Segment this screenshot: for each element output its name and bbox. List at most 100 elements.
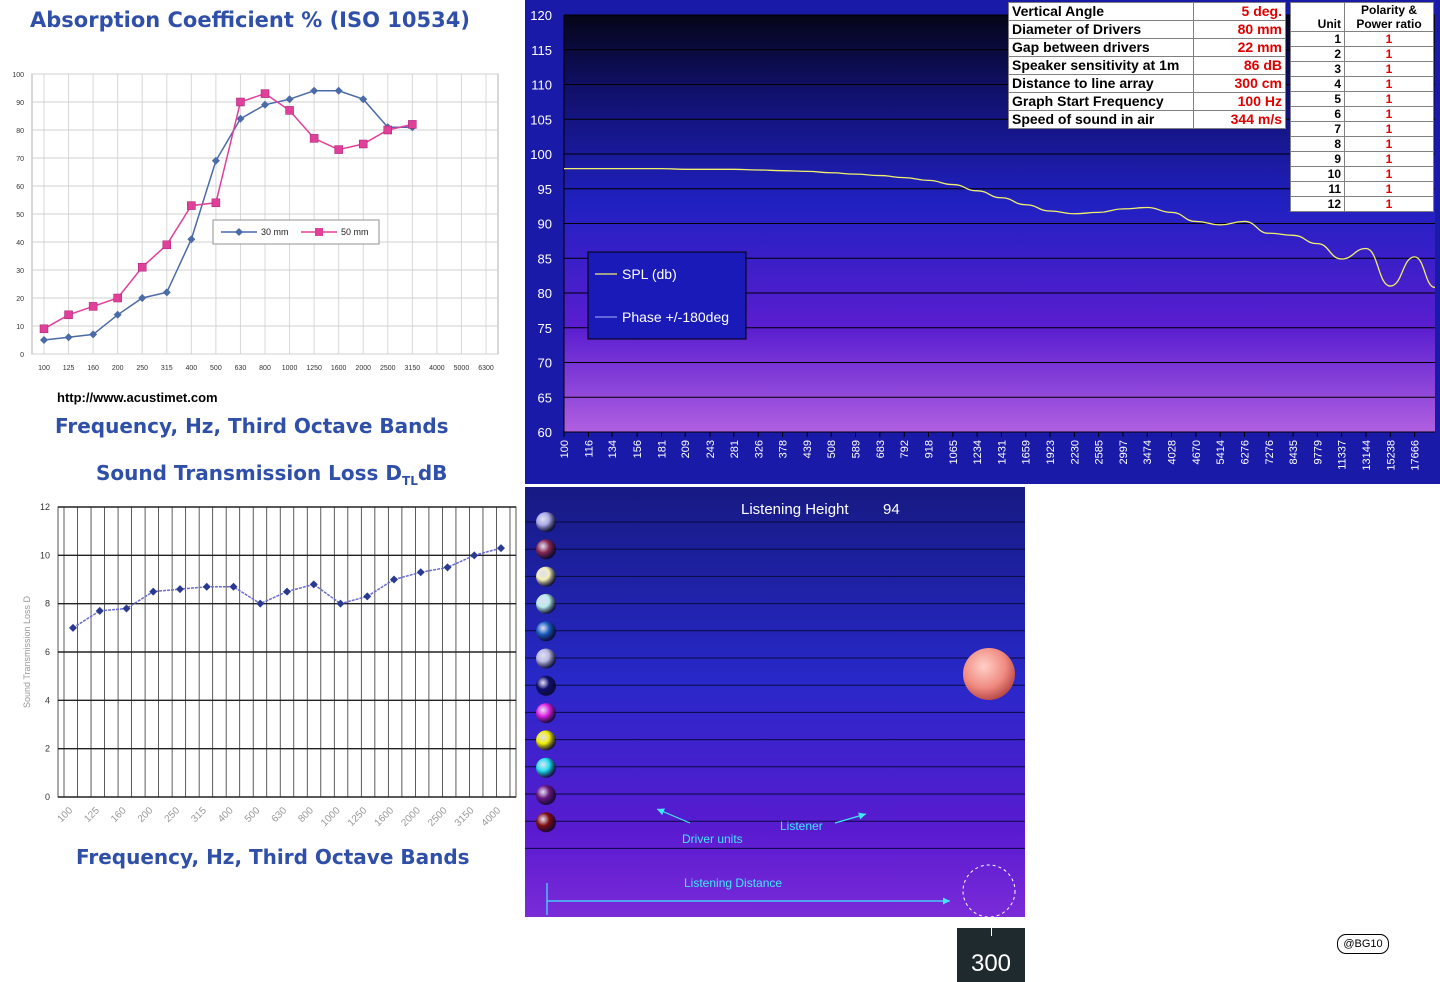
unit-power-ratio[interactable]: 1: [1344, 46, 1434, 62]
y-tick-label: 70: [538, 356, 552, 371]
series-point-50mm: [260, 89, 270, 98]
x-tick-label: 8435: [1288, 440, 1300, 464]
unit-row: 71: [1290, 121, 1434, 137]
legend-label: 30 mm: [261, 227, 289, 237]
x-tick-label: 200: [136, 805, 156, 825]
x-tick-label: 2500: [380, 365, 396, 372]
y-tick-label: 30: [16, 268, 24, 275]
transmission-title-unit: dB: [417, 461, 448, 485]
listening-height-label: Listening Height: [741, 501, 849, 518]
series-point-50mm: [88, 302, 98, 311]
y-tick-label: 95: [538, 182, 552, 197]
unit-row: 21: [1290, 46, 1434, 62]
x-tick-label: 181: [657, 440, 669, 458]
x-tick-label: 125: [63, 365, 75, 372]
parameter-row: Graph Start Frequency 100 Hz: [1008, 92, 1286, 111]
unit-power-ratio[interactable]: 1: [1344, 196, 1434, 212]
x-tick-label: 326: [753, 440, 765, 458]
series-point-50mm: [383, 125, 393, 135]
x-tick-label: 630: [235, 365, 247, 372]
listening-diagram: [525, 512, 1025, 918]
x-tick-label: 508: [826, 440, 838, 458]
unit-power-ratio[interactable]: 1: [1344, 31, 1434, 47]
driver-unit-7: [536, 675, 556, 696]
unit-power-ratio[interactable]: 1: [1344, 151, 1434, 167]
parameter-value[interactable]: 5 deg.: [1193, 2, 1286, 21]
listener-label: Listener: [780, 819, 823, 833]
unit-row: 12 1: [1290, 196, 1434, 212]
x-tick-label: 683: [875, 440, 887, 458]
x-tick-label: 17666: [1410, 440, 1422, 471]
y-tick-label: 120: [530, 8, 552, 23]
unit-power-ratio[interactable]: 1: [1344, 136, 1434, 152]
unit-power-ratio[interactable]: 1: [1344, 76, 1434, 92]
x-tick-label: 500: [243, 805, 263, 825]
y-tick-label: 105: [530, 112, 552, 127]
x-tick-label: 200: [112, 365, 124, 372]
unit-row: 11 1: [1290, 181, 1434, 197]
x-tick-label: 134: [607, 440, 619, 458]
y-tick-label: 6: [45, 647, 50, 657]
y-tick-label: 60: [538, 425, 552, 440]
x-tick-label: 792: [899, 440, 911, 458]
y-tick-label: 80: [538, 286, 552, 301]
parameter-label: Speed of sound in air: [1008, 110, 1194, 129]
y-tick-label: 110: [531, 78, 552, 93]
parameter-label: Graph Start Frequency: [1008, 92, 1194, 111]
parameter-label: Gap between drivers: [1008, 38, 1194, 57]
series-point-50mm: [187, 201, 196, 210]
transmission-xlabel: Frequency, Hz, Third Octave Bands: [76, 845, 470, 869]
series-point-50mm: [285, 106, 294, 115]
unit-number: 5: [1290, 91, 1345, 107]
unit-power-ratio[interactable]: 1: [1344, 121, 1434, 137]
parameter-value[interactable]: 22 mm: [1193, 38, 1286, 57]
x-tick-label: 209: [680, 440, 692, 458]
legend-label-spl: SPL (db): [622, 266, 677, 282]
x-tick-label: 1234: [972, 440, 984, 464]
unit-power-ratio[interactable]: 1: [1344, 181, 1434, 197]
polarity-header-line2: Power ratio: [1356, 17, 1422, 31]
unit-power-ratio[interactable]: 1: [1344, 106, 1434, 122]
x-tick-label: 281: [729, 440, 741, 458]
x-tick-label: 156: [632, 440, 644, 458]
parameter-row: Diameter of Drivers 80 mm: [1008, 20, 1286, 39]
y-tick-label: 10: [16, 324, 24, 331]
absorption-xlabel: Frequency, Hz, Third Octave Bands: [55, 414, 449, 438]
x-tick-label: 250: [163, 805, 183, 825]
listening-panel: Listening Height 94 Driver units Listene…: [525, 487, 1025, 918]
x-tick-label: 400: [185, 365, 197, 372]
unit-power-ratio[interactable]: 1: [1344, 166, 1434, 182]
driver-unit-9: [536, 730, 556, 751]
x-tick-label: 13144: [1361, 440, 1373, 471]
x-tick-label: 1250: [306, 365, 322, 372]
listening-distance-value: 300: [970, 950, 1012, 977]
unit-row: 91: [1290, 151, 1434, 167]
x-tick-label: 3150: [405, 365, 421, 372]
transmission-title-sub: TL: [402, 474, 418, 488]
unit-power-ratio[interactable]: 1: [1344, 61, 1434, 77]
x-tick-label: 1600: [331, 365, 347, 372]
x-tick-label: 2500: [426, 805, 450, 829]
parameter-value[interactable]: 86 dB: [1193, 56, 1286, 75]
parameter-value[interactable]: 344 m/s: [1193, 110, 1286, 129]
parameter-label: Speaker sensitivity at 1m: [1008, 56, 1194, 75]
parameter-row: Vertical Angle 5 deg.: [1008, 2, 1286, 21]
parameter-table: Vertical Angle 5 deg. Diameter of Drivers 8…: [1008, 2, 1286, 129]
unit-power-ratio[interactable]: 1: [1344, 91, 1434, 107]
parameter-value[interactable]: 300 cm: [1193, 74, 1286, 93]
x-tick-label: 100: [38, 365, 50, 372]
parameter-value[interactable]: 80 mm: [1193, 20, 1286, 39]
x-tick-label: 6300: [478, 365, 494, 372]
driver-unit-12: [536, 812, 556, 833]
x-tick-label: 1923: [1045, 440, 1057, 464]
driver-units-label: Driver units: [682, 832, 743, 846]
transmission-chart: 024681012100 125 160 200 250 315 400 500 630 800 1…: [22, 502, 517, 829]
y-tick-label: 12: [40, 502, 50, 512]
transmission-title-main: Sound Transmission Loss D: [96, 461, 403, 485]
x-tick-label: 3474: [1142, 440, 1154, 464]
x-tick-label: 1431: [996, 440, 1008, 464]
transmission-title: Sound Transmission Loss DTLdB: [96, 461, 447, 488]
y-tick-label: 8: [45, 599, 50, 609]
parameter-value[interactable]: 100 Hz: [1193, 92, 1286, 111]
legend-label-phase: Phase +/-180deg: [622, 309, 729, 325]
